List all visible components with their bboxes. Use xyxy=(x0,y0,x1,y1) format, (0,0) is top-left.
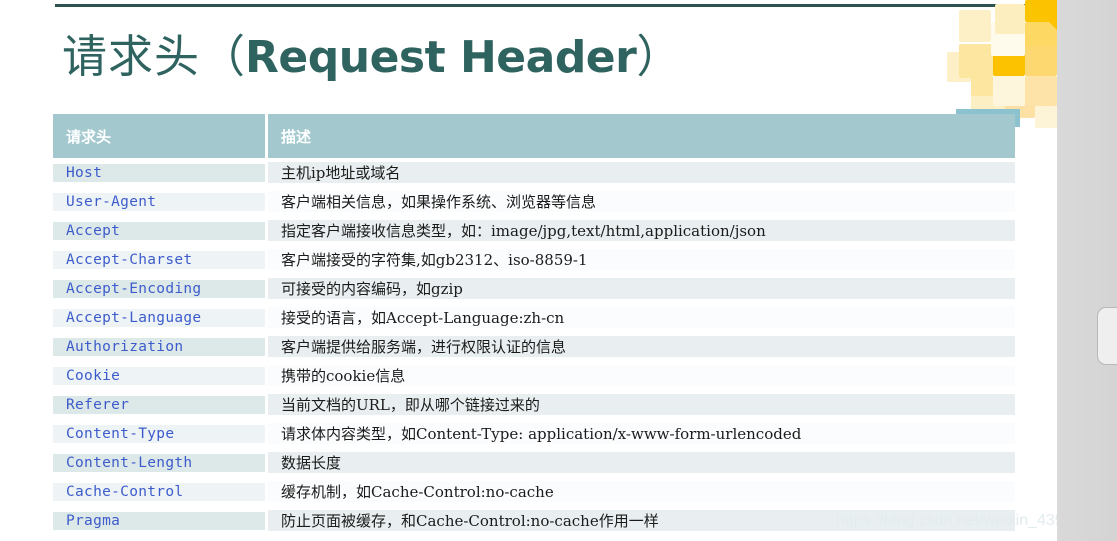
row-desc-cell: 请求体内容类型，如Content-Type: application/x-www… xyxy=(268,423,1015,444)
table-row[interactable]: Cookie 携带的cookie信息 xyxy=(53,361,1015,390)
header-name: Accept-Language xyxy=(66,309,202,326)
header-description: 可接受的内容编码，如gzip xyxy=(281,280,463,298)
row-desc-cell: 客户端提供给服务端，进行权限认证的信息 xyxy=(268,336,1015,357)
table-row[interactable]: User-Agent 客户端相关信息，如果操作系统、浏览器等信息 xyxy=(53,187,1015,216)
mosaic-square xyxy=(995,4,1025,34)
header-name: Content-Length xyxy=(66,454,193,471)
header-name: Cookie xyxy=(66,367,121,384)
mosaic-square xyxy=(1025,76,1057,106)
row-desc-cell: 当前文档的URL，即从哪个链接过来的 xyxy=(268,394,1015,415)
row-key-cell: Content-Length xyxy=(53,453,265,472)
header-name: Host xyxy=(66,164,103,181)
row-key-cell: Referer xyxy=(53,395,265,414)
header-description: 接受的语言，如Accept-Language:zh-cn xyxy=(281,309,565,327)
row-desc-cell: 接受的语言，如Accept-Language:zh-cn xyxy=(268,307,1015,328)
header-name: Accept xyxy=(66,222,121,239)
row-desc-cell: 指定客户端接收信息类型，如：image/jpg,text/html,applic… xyxy=(268,220,1015,241)
table-row[interactable]: Accept-Language 接受的语言，如Accept-Language:z… xyxy=(53,303,1015,332)
row-desc-cell: 客户端相关信息，如果操作系统、浏览器等信息 xyxy=(268,191,1015,212)
table-row[interactable]: Referer 当前文档的URL，即从哪个链接过来的 xyxy=(53,390,1015,419)
header-name: Cache-Control xyxy=(66,483,184,500)
row-key-cell: Accept-Encoding xyxy=(53,279,265,298)
presentation-slide: 请求头（Request Header） 请求头 描述 Host 主机ip地址或域… xyxy=(0,0,1057,541)
table-row[interactable]: Cache-Control 缓存机制，如Cache-Control:no-cac… xyxy=(53,477,1015,506)
table-row[interactable]: Content-Length 数据长度 xyxy=(53,448,1015,477)
row-key-cell: Accept xyxy=(53,221,265,240)
table-row[interactable]: Accept 指定客户端接收信息类型，如：image/jpg,text/html… xyxy=(53,216,1015,245)
table-row[interactable]: Pragma 防止页面被缓存，和Cache-Control:no-cache作用… xyxy=(53,506,1015,535)
decorative-mosaic xyxy=(947,0,1057,128)
table-row[interactable]: Host 主机ip地址或域名 xyxy=(53,158,1015,187)
row-desc-cell: 客户端接受的字符集,如gb2312、iso-8859-1 xyxy=(268,249,1015,270)
row-key-cell: Cache-Control xyxy=(53,482,265,501)
row-desc-cell: 携带的cookie信息 xyxy=(268,365,1015,386)
column-header-key: 请求头 xyxy=(53,114,265,158)
row-key-cell: Host xyxy=(53,163,265,182)
table-row[interactable]: Accept-Charset 客户端接受的字符集,如gb2312、iso-885… xyxy=(53,245,1015,274)
request-header-table: 请求头 描述 Host 主机ip地址或域名 User-Agent 客户端相关信息… xyxy=(53,114,1015,535)
header-name: Authorization xyxy=(66,338,184,355)
top-rule-divider xyxy=(55,4,1057,7)
header-description: 防止页面被缓存，和Cache-Control:no-cache作用一样 xyxy=(281,512,659,530)
page-title-paren-open: （ xyxy=(200,30,246,83)
mosaic-square xyxy=(959,44,993,78)
slide-viewer: 请求头（Request Header） 请求头 描述 Host 主机ip地址或域… xyxy=(0,0,1117,541)
header-description: 携带的cookie信息 xyxy=(281,367,406,385)
row-desc-cell: 数据长度 xyxy=(268,452,1015,473)
header-name: Referer xyxy=(66,396,130,413)
header-name: User-Agent xyxy=(66,193,157,210)
header-description: 数据长度 xyxy=(281,454,342,472)
row-desc-cell: 缓存机制，如Cache-Control:no-cache xyxy=(268,481,1015,502)
header-description: 主机ip地址或域名 xyxy=(281,164,401,182)
page-title-en: Request Header xyxy=(245,32,637,83)
column-header-desc: 描述 xyxy=(268,114,1015,158)
header-description: 指定客户端接收信息类型，如：image/jpg,text/html,applic… xyxy=(281,222,766,240)
mosaic-square xyxy=(1025,44,1057,76)
page-title: 请求头（Request Header） xyxy=(62,20,681,85)
header-description: 当前文档的URL，即从哪个链接过来的 xyxy=(281,396,540,414)
row-key-cell: Accept-Charset xyxy=(53,250,265,269)
row-key-cell: Pragma xyxy=(53,511,265,530)
row-desc-cell: 可接受的内容编码，如gzip xyxy=(268,278,1015,299)
header-name: Pragma xyxy=(66,512,121,529)
table-row[interactable]: Content-Type 请求体内容类型，如Content-Type: appl… xyxy=(53,419,1015,448)
header-description: 客户端接受的字符集,如gb2312、iso-8859-1 xyxy=(281,251,588,269)
page-title-cn: 请求头 xyxy=(62,30,201,83)
row-key-cell: User-Agent xyxy=(53,192,265,211)
table-row[interactable]: Accept-Encoding 可接受的内容编码，如gzip xyxy=(53,274,1015,303)
mosaic-square xyxy=(993,76,1025,106)
row-key-cell: Accept-Language xyxy=(53,308,265,327)
header-name: Content-Type xyxy=(66,425,175,442)
header-name: Accept-Charset xyxy=(66,251,193,268)
page-title-paren-close: ） xyxy=(636,30,682,83)
viewer-side-handle[interactable] xyxy=(1097,307,1117,365)
amber-triangle-icon xyxy=(1027,0,1057,30)
mosaic-square xyxy=(959,10,991,42)
row-key-cell: Content-Type xyxy=(53,424,265,443)
row-desc-cell: 主机ip地址或域名 xyxy=(268,162,1015,183)
header-description: 客户端提供给服务端，进行权限认证的信息 xyxy=(281,338,567,356)
table-header-row: 请求头 描述 xyxy=(53,114,1015,158)
row-key-cell: Authorization xyxy=(53,337,265,356)
header-description: 请求体内容类型，如Content-Type: application/x-www… xyxy=(281,425,802,443)
table-row[interactable]: Authorization 客户端提供给服务端，进行权限认证的信息 xyxy=(53,332,1015,361)
header-description: 客户端相关信息，如果操作系统、浏览器等信息 xyxy=(281,193,597,211)
header-name: Accept-Encoding xyxy=(66,280,202,297)
row-key-cell: Cookie xyxy=(53,366,265,385)
header-description: 缓存机制，如Cache-Control:no-cache xyxy=(281,483,554,501)
row-desc-cell: 防止页面被缓存，和Cache-Control:no-cache作用一样 xyxy=(268,510,1015,531)
